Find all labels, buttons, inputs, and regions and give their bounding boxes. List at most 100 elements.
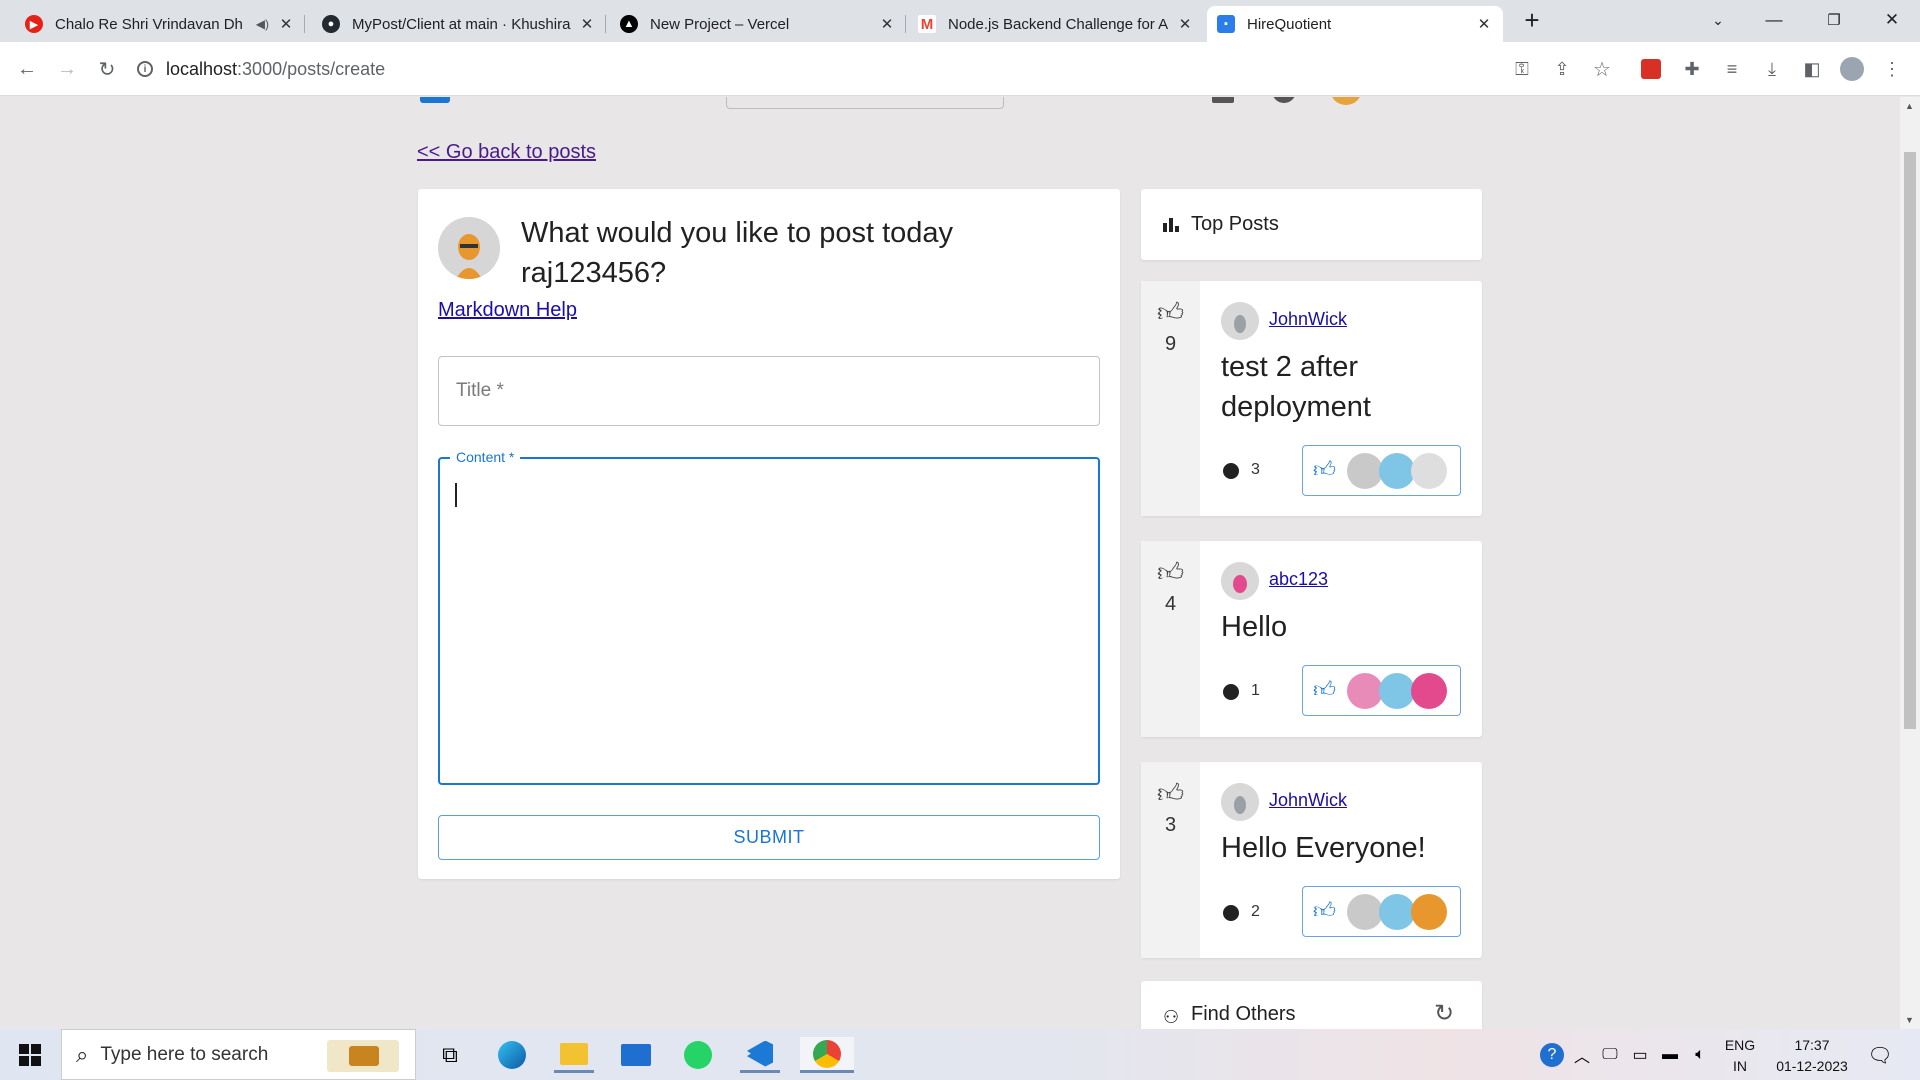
forward-icon[interactable]: → [53, 55, 81, 83]
submit-button[interactable]: SUBMIT [438, 815, 1100, 860]
github-icon: ● [322, 15, 340, 33]
reload-icon[interactable]: ↻ [93, 55, 121, 83]
hq-logo-icon[interactable] [420, 97, 450, 103]
top-posts-header: Top Posts [1141, 189, 1482, 260]
bookmark-star-icon[interactable]: ☆ [1588, 55, 1616, 83]
youtube-icon: ▶ [25, 15, 43, 33]
site-info-icon[interactable]: i [137, 61, 153, 77]
author-avatar [1221, 783, 1259, 821]
liker-avatar [1411, 453, 1447, 489]
messages-icon[interactable] [1272, 97, 1296, 103]
header-user-avatar[interactable] [1330, 97, 1362, 105]
extensions-puzzle-icon[interactable]: ✚ [1678, 55, 1706, 83]
clock[interactable]: 17:37 01-12-2023 [1762, 1035, 1862, 1077]
tab-vercel[interactable]: ▲ New Project – Vercel ✕ [610, 6, 906, 42]
region-code: IN [1733, 1058, 1747, 1074]
language-indicator[interactable]: ENG IN [1720, 1035, 1760, 1077]
page-viewport: << Go back to posts What would you like … [0, 97, 1900, 1029]
thumbs-up-outline-icon[interactable]: 👍︎ [1157, 297, 1184, 328]
side-panel-icon[interactable]: ◧ [1798, 55, 1826, 83]
like-button[interactable]: 👍︎ [1302, 445, 1461, 496]
comment-count: 3 [1251, 461, 1260, 478]
windows-start-icon[interactable] [10, 1037, 50, 1073]
address-bar[interactable]: i localhost:3000/posts/create [137, 49, 1657, 89]
top-post-card: 👍︎ 3 JohnWick Hello Everyone! 2 👍︎ [1141, 762, 1482, 958]
close-tab-icon[interactable]: ✕ [578, 15, 596, 33]
tab-github[interactable]: ● MyPost/Client at main · Khushira ✕ [312, 6, 606, 42]
volume-icon[interactable]: 🔈︎ [1680, 1037, 1720, 1073]
clock-date: 01-12-2023 [1776, 1058, 1848, 1074]
close-tab-icon[interactable]: ✕ [878, 15, 896, 33]
post-title[interactable]: Hello [1221, 607, 1461, 647]
close-window-button[interactable]: ✕ [1864, 0, 1920, 40]
whatsapp-icon[interactable] [678, 1037, 718, 1073]
chrome-icon[interactable] [800, 1037, 854, 1073]
close-tab-icon[interactable]: ✕ [1176, 15, 1194, 33]
close-tab-icon[interactable]: ✕ [1475, 15, 1493, 33]
content-label: Content * [450, 449, 521, 465]
post-title[interactable]: Hello Everyone! [1221, 828, 1461, 868]
find-others-card: ⚇ Find Others ↻ [1141, 981, 1482, 1029]
liker-avatar [1411, 894, 1447, 930]
vscode-icon[interactable] [740, 1037, 780, 1073]
back-icon[interactable]: ← [13, 55, 41, 83]
mail-icon[interactable] [616, 1037, 656, 1073]
scrollbar-thumb[interactable] [1904, 152, 1916, 729]
home-icon[interactable] [1212, 97, 1234, 103]
minimize-button[interactable]: — [1746, 0, 1802, 40]
taskbar-search-box[interactable]: ⌕ Type here to search [61, 1029, 416, 1080]
media-control-icon[interactable]: ≡ [1718, 55, 1746, 83]
author-link[interactable]: JohnWick [1269, 309, 1347, 330]
liker-avatar [1379, 453, 1415, 489]
comment-icon[interactable] [1223, 905, 1239, 921]
download-icon[interactable]: ⤓ [1758, 55, 1786, 83]
search-placeholder: Type here to search [100, 1043, 269, 1065]
like-button[interactable]: 👍︎ [1302, 886, 1461, 937]
tab-search-icon[interactable]: ⌄ [1690, 0, 1746, 40]
tab-gmail[interactable]: M Node.js Backend Challenge for A ✕ [908, 6, 1204, 42]
liker-avatar [1379, 673, 1415, 709]
go-back-link[interactable]: << Go back to posts [417, 141, 596, 164]
tab-youtube[interactable]: ▶ Chalo Re Shri Vrindavan Dh ◀) ✕ [15, 6, 305, 42]
comment-icon[interactable] [1223, 463, 1239, 479]
top-posts-title: Top Posts [1191, 213, 1279, 235]
header-search-input[interactable] [726, 97, 1004, 109]
tab-hirequotient[interactable]: ▪ HireQuotient ✕ [1207, 6, 1503, 42]
browser-tab-strip: ▶ Chalo Re Shri Vrindavan Dh ◀) ✕ ● MyPo… [0, 0, 1920, 42]
restore-button[interactable]: ❐ [1806, 0, 1862, 40]
browser-toolbar: ← → ↻ i localhost:3000/posts/create ⚿ ⇪ … [0, 42, 1920, 96]
thumbs-up-outline-icon[interactable]: 👍︎ [1157, 557, 1184, 588]
edge-icon[interactable] [492, 1037, 532, 1073]
page-scrollbar[interactable]: ▲ ▼ [1900, 97, 1920, 1029]
windows-taskbar: ⌕ Type here to search ⧉ ? ︿ 🖵︎ ▭ ▬ 🔈︎ EN… [0, 1029, 1920, 1080]
liker-avatar [1347, 894, 1383, 930]
vote-column: 👍︎ 9 [1141, 281, 1200, 516]
thumbs-up-outline-icon[interactable]: 👍︎ [1157, 778, 1184, 809]
like-button[interactable]: 👍︎ [1302, 665, 1461, 716]
markdown-help-link[interactable]: Markdown Help [438, 299, 577, 322]
profile-avatar[interactable] [1838, 55, 1866, 83]
menu-kebab-icon[interactable]: ⋮ [1878, 55, 1906, 83]
author-link[interactable]: JohnWick [1269, 790, 1347, 811]
vote-column: 👍︎ 3 [1141, 762, 1200, 958]
extension-red-icon[interactable] [1637, 55, 1665, 83]
share-icon[interactable]: ⇪ [1548, 55, 1576, 83]
title-field[interactable]: Title * [438, 356, 1100, 426]
find-others-title: Find Others [1191, 1003, 1296, 1025]
tab-title: HireQuotient [1247, 15, 1332, 33]
notifications-icon[interactable]: 🗨︎ [1860, 1037, 1900, 1073]
refresh-icon[interactable]: ↻ [1434, 999, 1454, 1028]
file-explorer-icon[interactable] [554, 1037, 594, 1073]
task-view-icon[interactable]: ⧉ [430, 1037, 470, 1073]
author-link[interactable]: abc123 [1269, 569, 1328, 590]
post-title[interactable]: test 2 after deployment [1221, 347, 1461, 427]
key-icon[interactable]: ⚿ [1508, 55, 1536, 83]
audio-playing-icon[interactable]: ◀) [256, 17, 269, 31]
comment-icon[interactable] [1223, 684, 1239, 700]
author-avatar [1221, 562, 1259, 600]
close-tab-icon[interactable]: ✕ [277, 15, 295, 33]
search-icon: ⌕ [76, 1041, 89, 1067]
gmail-icon: M [918, 15, 936, 33]
new-tab-button[interactable]: + [1505, 0, 1559, 40]
content-field[interactable]: Content * [438, 449, 1100, 785]
